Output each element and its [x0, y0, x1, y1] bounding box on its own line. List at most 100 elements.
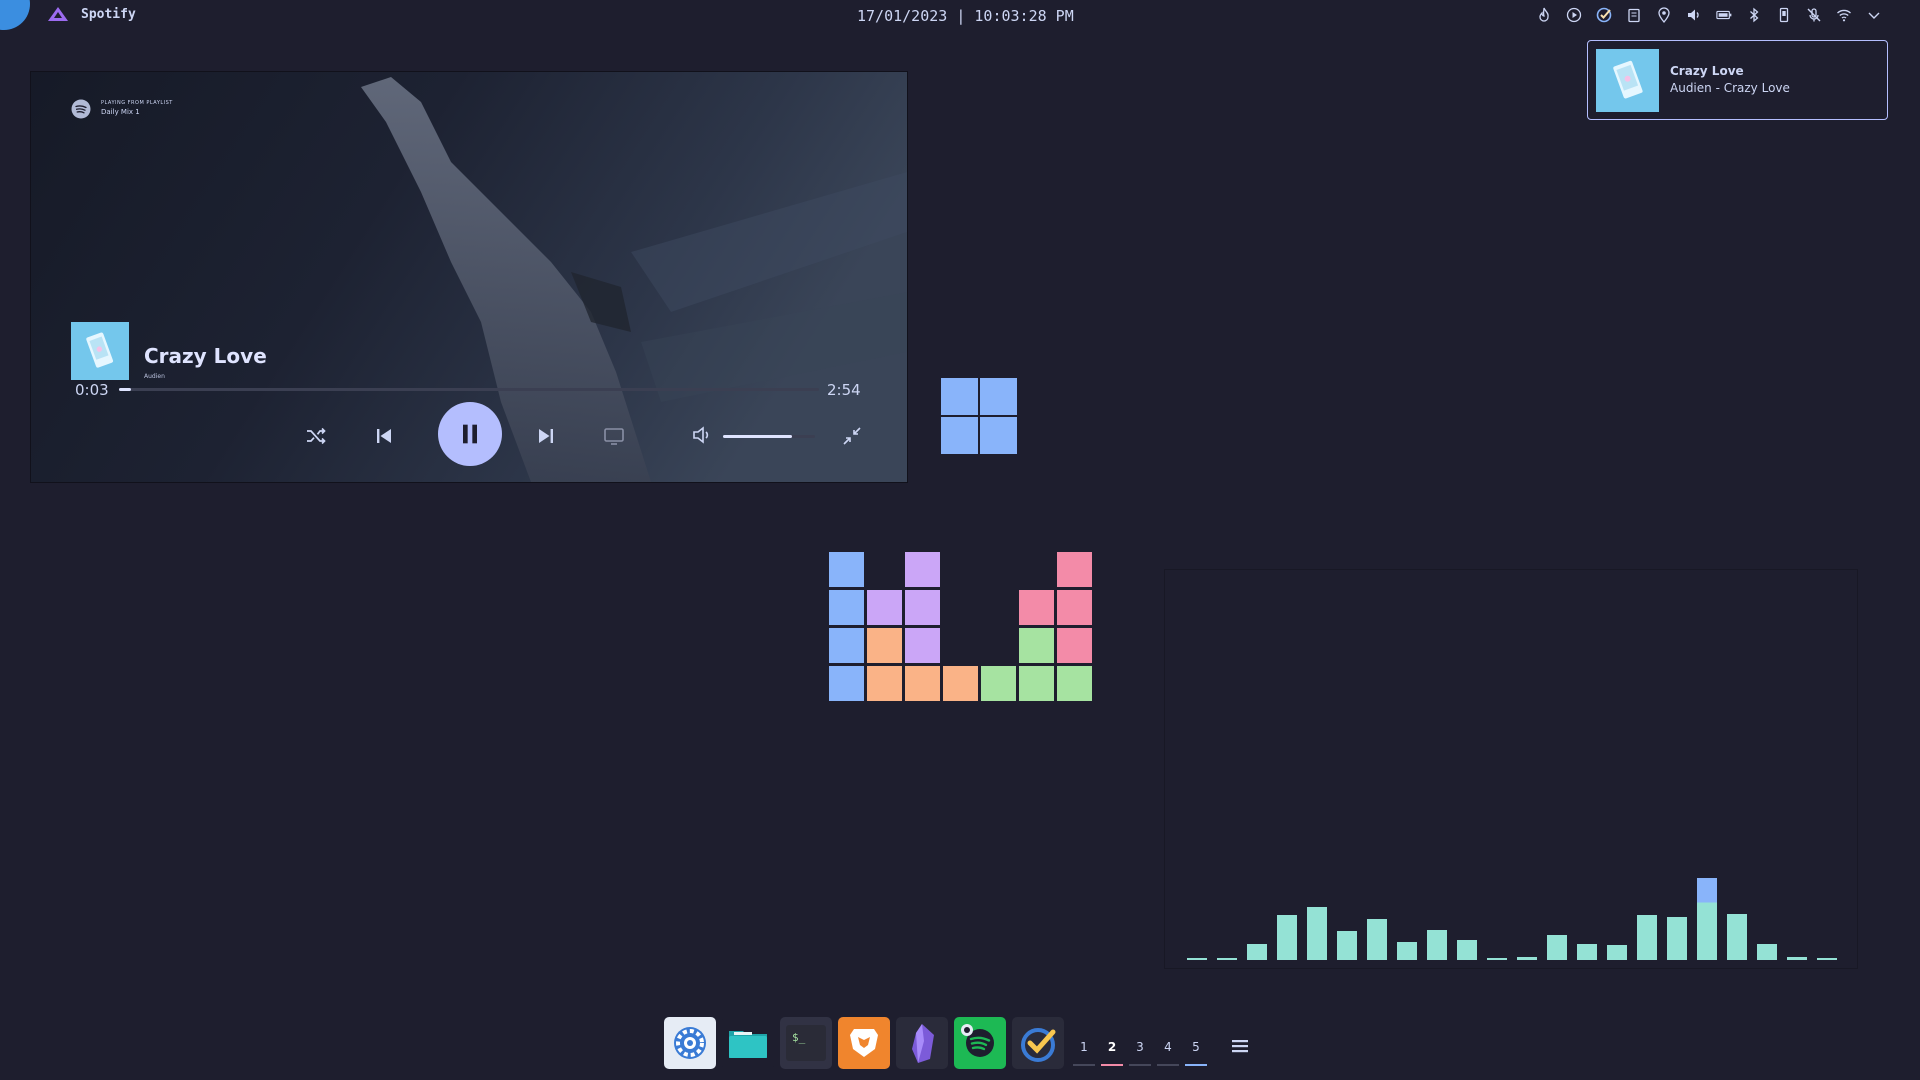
checkmark-icon — [1021, 1028, 1056, 1062]
windows-logo-icon[interactable] — [941, 378, 1017, 454]
skip-previous-icon — [377, 429, 391, 443]
visualizer-bar — [1217, 958, 1237, 960]
files-app[interactable] — [722, 1017, 774, 1069]
workspace-2[interactable]: 2 — [1102, 1040, 1122, 1054]
fire-icon[interactable] — [1534, 6, 1554, 24]
play-circle-icon[interactable] — [1564, 6, 1584, 24]
workspace-indicator — [1073, 1064, 1095, 1066]
tetris-cell — [904, 589, 941, 626]
logo-square — [980, 417, 1017, 454]
shuffle-button[interactable] — [301, 421, 331, 451]
next-track-button[interactable] — [531, 421, 561, 451]
album-art — [71, 322, 129, 380]
tetris-blocks-widget — [828, 551, 1094, 703]
progress-bar[interactable] — [119, 388, 819, 391]
visualizer-bar — [1727, 914, 1747, 960]
task-check-icon[interactable] — [1594, 6, 1614, 24]
workspace-1[interactable]: 1 — [1074, 1040, 1094, 1054]
workspace-3[interactable]: 3 — [1130, 1040, 1150, 1054]
visualizer-bar — [1337, 931, 1357, 960]
tetris-cell — [1056, 551, 1093, 588]
playlist-name[interactable]: Daily Mix 1 — [101, 108, 140, 116]
visualizer-bar — [1787, 956, 1807, 960]
clipboard-icon[interactable] — [1624, 6, 1644, 24]
tetris-cell — [1018, 589, 1055, 626]
wifi-icon[interactable] — [1834, 6, 1854, 24]
location-pin-icon[interactable] — [1654, 6, 1674, 24]
settings-app[interactable] — [664, 1017, 716, 1069]
progress-fill — [119, 388, 131, 391]
visualizer-bar — [1547, 935, 1567, 960]
corner-launcher-button[interactable] — [0, 0, 30, 30]
battery-icon[interactable] — [1714, 6, 1734, 24]
terminal-app[interactable]: $_ — [780, 1017, 832, 1069]
tetris-cell — [1056, 627, 1093, 664]
previous-track-button[interactable] — [369, 421, 399, 451]
visualizer-bar — [1307, 906, 1327, 960]
playing-from-label: PLAYING FROM PLAYLIST — [101, 100, 173, 106]
speaker-icon[interactable] — [1684, 6, 1704, 24]
volume-button[interactable] — [691, 423, 715, 447]
visualizer-bar — [1667, 917, 1687, 960]
minimize-player-button[interactable] — [837, 421, 867, 451]
mic-muted-icon[interactable] — [1804, 6, 1824, 24]
visualizer-bar — [1397, 941, 1417, 960]
tetris-cell — [904, 665, 941, 702]
visualizer-bar — [1367, 919, 1387, 960]
hamburger-menu-icon — [1232, 1040, 1248, 1053]
tetris-cell — [1056, 665, 1093, 702]
phone-icon[interactable] — [1774, 6, 1794, 24]
chevron-down-icon[interactable] — [1864, 6, 1884, 24]
track-artist[interactable]: Audien — [144, 373, 165, 380]
volume-slider[interactable] — [723, 435, 815, 438]
spotify-logo-icon — [71, 99, 91, 119]
date-time[interactable]: 17/01/2023 | 10:03:28 PM — [857, 7, 1074, 25]
visualizer-bar — [1187, 958, 1207, 960]
workspace-indicator — [1157, 1064, 1179, 1066]
visualizer-bar — [1487, 958, 1507, 960]
logo-square — [941, 378, 978, 415]
now-playing-notification[interactable]: Crazy Love Audien - Crazy Love — [1587, 40, 1888, 120]
cast-device-icon — [604, 428, 624, 445]
workspace-indicator — [1101, 1064, 1123, 1066]
workspace-5[interactable]: 5 — [1186, 1040, 1206, 1054]
brave-app[interactable] — [838, 1017, 890, 1069]
spotify-app[interactable] — [954, 1017, 1006, 1069]
system-tray — [1534, 6, 1884, 24]
terminal-icon: $_ — [786, 1025, 826, 1061]
workspace-indicator — [1129, 1064, 1151, 1066]
arch-logo-icon — [48, 7, 68, 21]
tetris-cell — [942, 665, 979, 702]
notification-album-art — [1596, 49, 1659, 112]
audio-visualizer — [1164, 569, 1858, 969]
tetris-cell — [866, 589, 903, 626]
visualizer-bar — [1457, 939, 1477, 960]
tetris-cell — [1018, 665, 1055, 702]
playback-controls — [31, 400, 907, 466]
active-app-name: Spotify — [81, 7, 136, 22]
track-title[interactable]: Crazy Love — [144, 344, 267, 368]
visualizer-bar — [1817, 958, 1837, 960]
skip-next-icon — [539, 429, 553, 443]
workspace-4[interactable]: 4 — [1158, 1040, 1178, 1054]
visualizer-bar — [1517, 956, 1537, 960]
volume-fill — [723, 435, 792, 438]
logo-square — [980, 378, 1017, 415]
obsidian-app[interactable] — [896, 1017, 948, 1069]
visualizer-bar — [1427, 929, 1447, 960]
connect-device-button[interactable] — [599, 421, 629, 451]
visualizer-bar — [1607, 945, 1627, 960]
bluetooth-icon[interactable] — [1744, 6, 1764, 24]
tasks-app[interactable] — [1012, 1017, 1064, 1069]
obsidian-gem-icon — [912, 1024, 934, 1063]
tetris-cell — [828, 627, 865, 664]
spotify-icon — [961, 1024, 994, 1057]
menu-button[interactable] — [1228, 1034, 1252, 1058]
visualizer-bar — [1637, 914, 1657, 960]
play-pause-button[interactable] — [438, 402, 502, 466]
visualizer-bar — [1577, 943, 1597, 960]
visualizer-bar — [1277, 914, 1297, 960]
gear-icon — [674, 1027, 706, 1059]
tetris-cell — [828, 589, 865, 626]
pause-icon — [463, 424, 477, 444]
